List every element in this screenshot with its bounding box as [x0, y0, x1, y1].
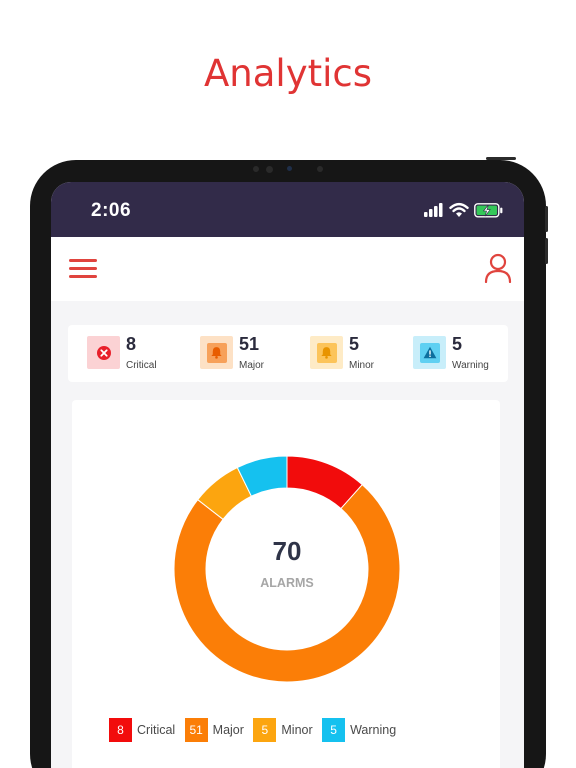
- minor-icon-box: [310, 336, 343, 369]
- alarm-donut-chart: 70 ALARMS: [173, 455, 401, 683]
- major-count: 51: [239, 334, 260, 354]
- front-sensor: [253, 166, 259, 172]
- warning-triangle-icon: [423, 346, 436, 359]
- legend-item-warning[interactable]: 5 Warning: [322, 718, 396, 742]
- major-label: Major: [239, 360, 265, 371]
- legend-critical-label: Critical: [137, 723, 176, 737]
- legend-warning-label: Warning: [350, 723, 397, 737]
- legend-major-count: 51: [184, 718, 208, 742]
- legend-minor-count: 5: [253, 718, 277, 742]
- minor-label: Minor: [349, 360, 375, 371]
- app-bar: [51, 237, 524, 301]
- donut-center-label: ALARMS: [260, 576, 313, 590]
- wifi-icon: [449, 202, 469, 217]
- warning-count: 5: [452, 334, 463, 354]
- legend-item-minor[interactable]: 5 Minor: [253, 718, 313, 742]
- legend-critical-count: 8: [109, 718, 132, 742]
- headline: Analytics: [203, 52, 373, 95]
- alarm-chart-card: 70 ALARMS 8 Critical 51 Major 5 Minor 5 …: [72, 400, 500, 768]
- legend-item-major[interactable]: 51 Major: [184, 718, 244, 742]
- donut-center-value: 70: [273, 536, 302, 566]
- legend-minor-label: Minor: [281, 723, 313, 737]
- legend-warning-count: 5: [322, 718, 346, 742]
- minor-count: 5: [349, 334, 360, 354]
- tablet-volume-up-button: [545, 206, 548, 232]
- alarm-summary-bar: 8 Critical 51 Major 5 Minor 5 Warning: [68, 325, 508, 382]
- status-time: 2:06: [91, 200, 132, 221]
- front-camera: [266, 166, 273, 173]
- cellular-signal-icon: [424, 203, 443, 217]
- user-profile-icon[interactable]: [484, 253, 512, 283]
- critical-icon-box: [87, 336, 120, 369]
- warning-label: Warning: [452, 360, 489, 371]
- critical-count: 8: [126, 334, 137, 354]
- legend-major-label: Major: [212, 723, 244, 737]
- battery-charging-icon: [474, 203, 503, 218]
- warning-icon-box: [413, 336, 446, 369]
- bell-icon: [211, 347, 222, 359]
- bell-icon: [321, 347, 332, 359]
- legend-item-critical[interactable]: 8 Critical: [109, 718, 175, 742]
- critical-label: Critical: [126, 360, 157, 371]
- major-icon-box: [200, 336, 233, 369]
- front-sensor: [287, 166, 292, 171]
- status-bar: 2:06: [51, 182, 524, 237]
- app-screen: 2:06 8 Critical 51 Major 5 Minor 5 Warni…: [51, 182, 524, 768]
- front-sensor: [317, 166, 323, 172]
- hamburger-menu-icon[interactable]: [69, 259, 97, 281]
- tablet-volume-down-button: [545, 238, 548, 264]
- chart-legend: 8 Critical 51 Major 5 Minor 5 Warning: [109, 718, 401, 742]
- tablet-top-button: [486, 157, 516, 160]
- close-circle-icon: [96, 345, 111, 360]
